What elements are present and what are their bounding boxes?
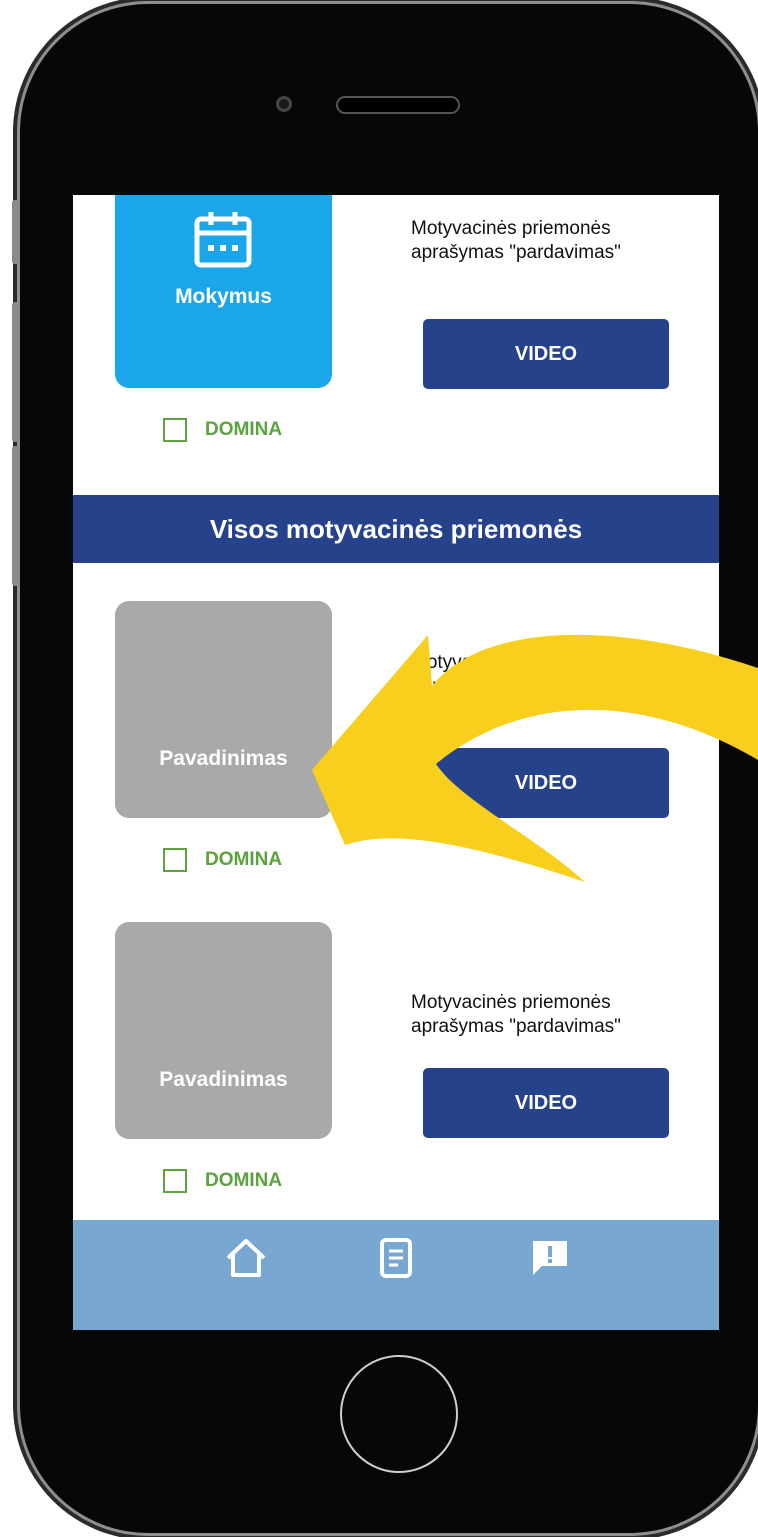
document-icon	[378, 1236, 414, 1285]
domina-checkbox-row[interactable]: DOMINA	[163, 415, 282, 445]
domina-checkbox[interactable]	[163, 1169, 187, 1193]
domina-checkbox[interactable]	[163, 848, 187, 872]
home-button[interactable]	[340, 1355, 458, 1473]
home-icon	[224, 1236, 268, 1285]
earpiece-speaker	[338, 98, 458, 112]
featured-card-label: Mokymus	[175, 285, 272, 308]
description-line: Motyvacinės priemonės	[411, 992, 611, 1013]
bottom-nav	[73, 1220, 719, 1330]
side-button-mute	[12, 200, 20, 264]
nav-documents[interactable]	[361, 1220, 431, 1300]
item-card[interactable]: Pavadinimas	[115, 601, 332, 818]
description-line: aprašymas "pardavimas"	[411, 676, 621, 697]
description-line: Motyvacinės priemonės	[411, 218, 611, 239]
nav-home[interactable]	[211, 1220, 281, 1300]
description-line: Motyvacinės priemonės	[411, 652, 611, 673]
description-line: aprašymas "pardavimas"	[411, 1016, 621, 1037]
item-card-label: Pavadinimas	[159, 747, 288, 770]
description-line: aprašymas "pardavimas"	[411, 242, 621, 263]
item-description: Motyvacinės priemonės aprašymas "pardavi…	[411, 651, 711, 699]
video-button[interactable]: VIDEO	[423, 748, 669, 818]
domina-checkbox-row[interactable]: DOMINA	[163, 1166, 282, 1196]
item-description: Motyvacinės priemonės aprašymas "pardavi…	[411, 991, 711, 1039]
domina-label: DOMINA	[205, 849, 283, 870]
domina-checkbox[interactable]	[163, 418, 187, 442]
side-button-volume-down	[12, 446, 20, 586]
domina-label: DOMINA	[205, 1170, 283, 1191]
calendar-icon	[191, 209, 255, 279]
domina-label: DOMINA	[205, 419, 283, 440]
domina-checkbox-row[interactable]: DOMINA	[163, 845, 282, 875]
app-screen: Mokymus Motyvacinės priemonės aprašymas …	[73, 195, 719, 1330]
alert-message-icon	[530, 1238, 570, 1283]
featured-description: Motyvacinės priemonės aprašymas "pardavi…	[411, 217, 711, 265]
front-camera	[276, 96, 292, 112]
video-button[interactable]: VIDEO	[423, 319, 669, 389]
video-button[interactable]: VIDEO	[423, 1068, 669, 1138]
featured-card[interactable]: Mokymus	[115, 195, 332, 388]
nav-feedback[interactable]	[515, 1220, 585, 1300]
item-card[interactable]: Pavadinimas	[115, 922, 332, 1139]
section-header: Visos motyvacinės priemonės	[73, 495, 719, 563]
item-card-label: Pavadinimas	[159, 1068, 288, 1091]
side-button-volume-up	[12, 302, 20, 442]
